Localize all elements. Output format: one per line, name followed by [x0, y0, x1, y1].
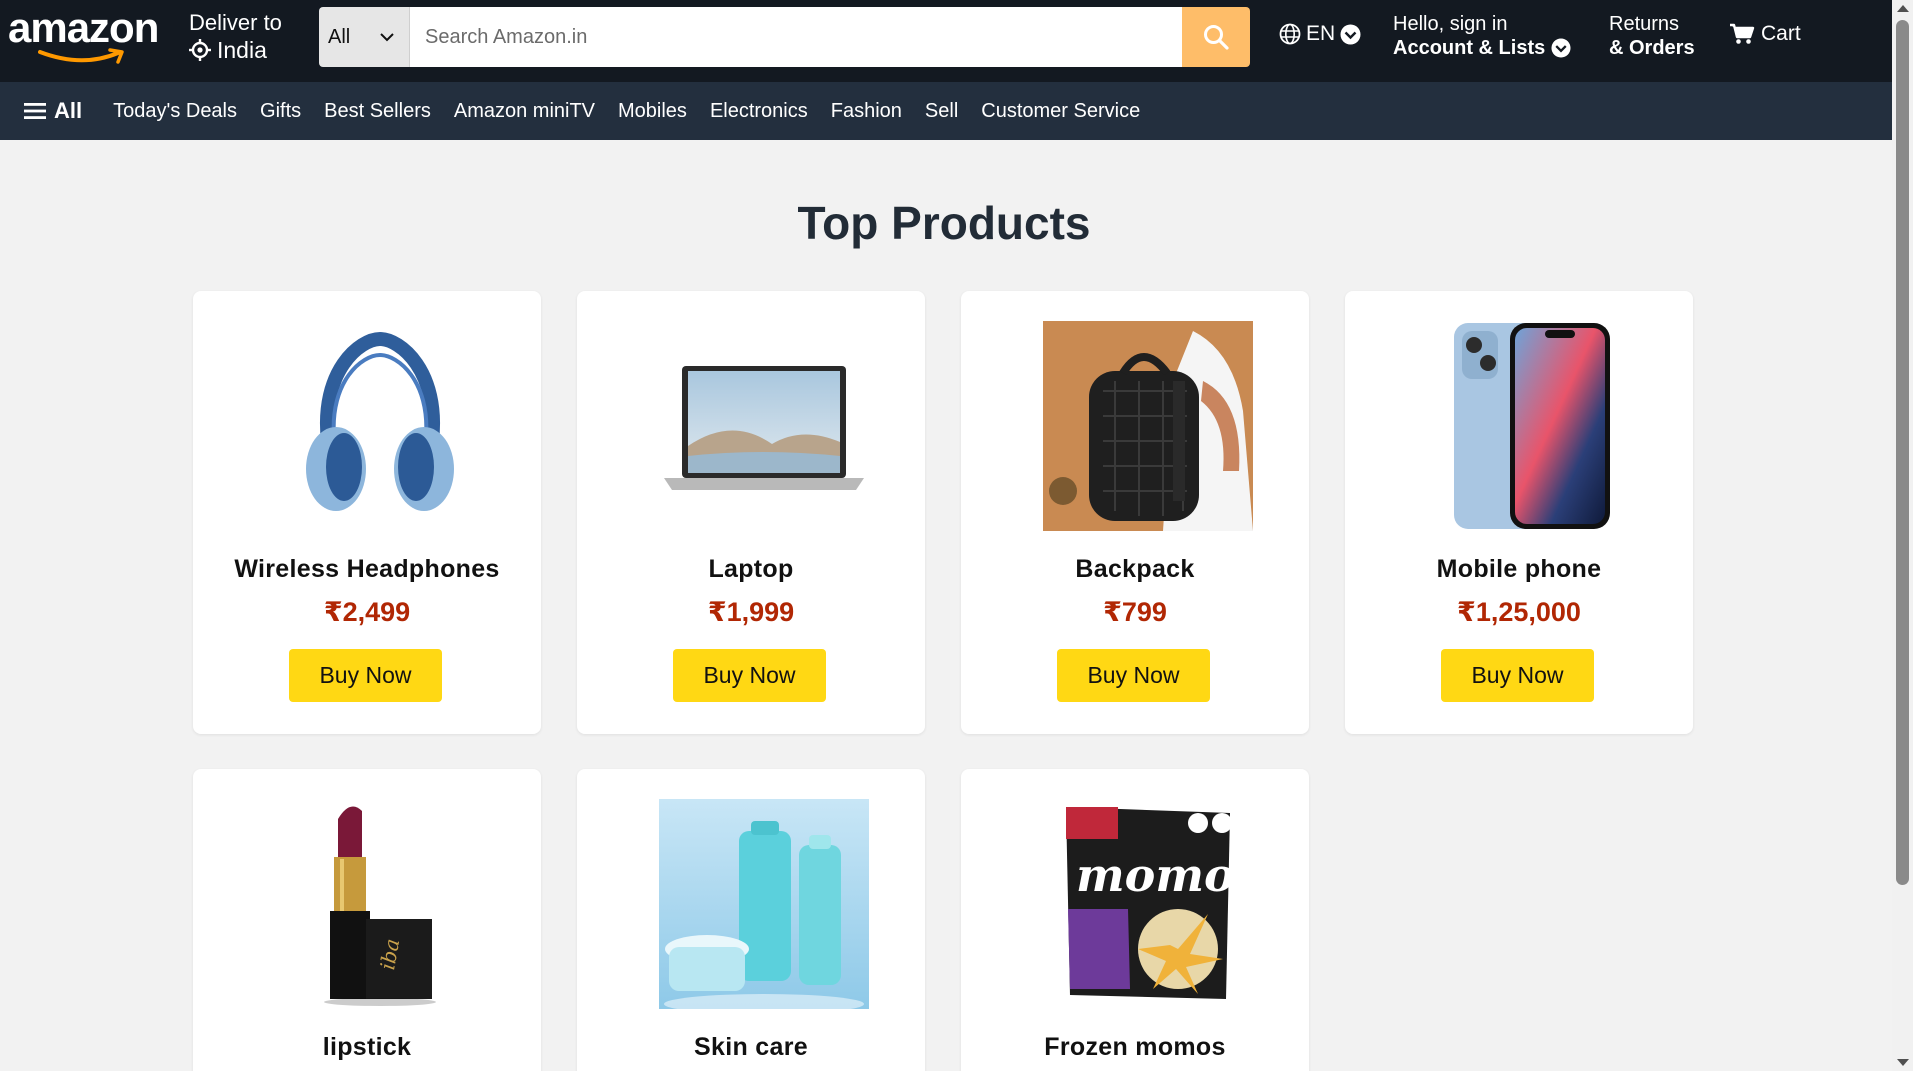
deliver-country: India: [217, 37, 267, 63]
product-name: Frozen momos: [1044, 1033, 1226, 1061]
product-name: Skin care: [694, 1033, 808, 1061]
globe-icon: [1279, 23, 1301, 45]
product-card: iba lipstick: [193, 769, 541, 1071]
svg-text:momos: momos: [1076, 848, 1238, 902]
nav-item-electronics[interactable]: Electronics: [710, 100, 808, 123]
nav-item-gifts[interactable]: Gifts: [260, 100, 301, 123]
backpack-image[interactable]: [1043, 321, 1253, 531]
product-name: Wireless Headphones: [234, 555, 500, 583]
phone-image[interactable]: [1427, 321, 1637, 531]
search-bar: All: [319, 7, 1250, 67]
hamburger-menu-icon: [24, 103, 46, 119]
chevron-down-circle-icon: [1340, 24, 1361, 44]
product-price: ₹1,999: [707, 597, 795, 627]
scroll-down-icon[interactable]: [1897, 1059, 1909, 1066]
scroll-up-icon[interactable]: [1897, 5, 1909, 12]
language-label: EN: [1306, 22, 1336, 45]
lipstick-icon: iba: [324, 806, 436, 1006]
product-name: lipstick: [322, 1033, 412, 1061]
headphones-icon: [306, 331, 454, 511]
nav-item-todays-deals[interactable]: Today's Deals: [113, 100, 237, 123]
momos-image[interactable]: momos: [1043, 799, 1253, 1009]
headphones-image[interactable]: [275, 321, 485, 531]
deliver-label: Deliver to: [189, 10, 282, 35]
account-lists-label: Account & Lists: [1393, 37, 1546, 59]
nav-item-amazon-minitv[interactable]: Amazon miniTV: [454, 100, 595, 123]
phone-icon: [1454, 323, 1610, 529]
search-category-select[interactable]: All: [319, 7, 410, 67]
account-menu[interactable]: Hello, sign in Account & Lists: [1393, 12, 1571, 60]
product-card: Skin care: [577, 769, 925, 1071]
product-name: Mobile phone: [1436, 555, 1602, 583]
language-selector[interactable]: EN: [1279, 22, 1361, 46]
product-card: Backpack ₹799 Buy Now: [961, 291, 1309, 734]
buy-now-button[interactable]: Buy Now: [673, 649, 826, 702]
momos-icon: momos: [1066, 807, 1238, 999]
cart-button[interactable]: Cart: [1729, 22, 1801, 46]
product-card: momos Frozen momos: [961, 769, 1309, 1071]
nav-all-label: All: [54, 98, 83, 123]
backpack-icon: [1043, 321, 1253, 531]
returns-label: Returns: [1609, 13, 1680, 35]
nav-item-best-sellers[interactable]: Best Sellers: [324, 100, 431, 123]
product-name: Laptop: [708, 555, 794, 583]
product-name: Backpack: [1075, 555, 1195, 583]
deliver-to[interactable]: Deliver to India: [189, 10, 309, 64]
search-icon: [1204, 25, 1229, 50]
product-card: Laptop ₹1,999 Buy Now: [577, 291, 925, 734]
skincare-image[interactable]: [659, 799, 869, 1009]
amazon-logo[interactable]: amazon: [8, 4, 160, 66]
product-card: Mobile phone ₹1,25,000 Buy Now: [1345, 291, 1693, 734]
search-button[interactable]: [1182, 7, 1250, 67]
page-title: Top Products: [797, 197, 1091, 249]
returns-orders[interactable]: Returns & Orders: [1609, 12, 1695, 60]
search-input[interactable]: [410, 7, 1182, 67]
product-price: ₹2,499: [323, 597, 411, 627]
nav-item-sell[interactable]: Sell: [925, 100, 958, 123]
laptop-icon: [664, 366, 864, 490]
product-price: ₹799: [1103, 597, 1167, 627]
nav-item-mobiles[interactable]: Mobiles: [618, 100, 687, 123]
product-price: ₹1,25,000: [1457, 597, 1581, 627]
cart-icon: [1730, 23, 1755, 44]
product-card: Wireless Headphones ₹2,499 Buy Now: [193, 291, 541, 734]
logo-smile-icon: [38, 48, 124, 64]
account-greeting: Hello, sign in: [1393, 13, 1508, 35]
top-header: amazon Deliver to India All Search Amazo…: [0, 0, 1892, 82]
chevron-down-icon: [380, 32, 394, 41]
nav-all-menu[interactable]: All: [24, 98, 82, 124]
logo-text: amazon: [8, 4, 159, 51]
search-category-label: All: [328, 25, 351, 48]
chevron-down-circle-icon: [1551, 38, 1571, 58]
location-pin-icon: [189, 39, 211, 61]
nav-bar: All Today's Deals Gifts Best Sellers Ama…: [0, 82, 1892, 140]
orders-label: & Orders: [1609, 37, 1695, 59]
lipstick-image[interactable]: iba: [275, 799, 485, 1009]
buy-now-button[interactable]: Buy Now: [289, 649, 442, 702]
buy-now-button[interactable]: Buy Now: [1441, 649, 1594, 702]
laptop-image[interactable]: [659, 321, 869, 531]
scrollbar-thumb[interactable]: [1896, 20, 1909, 885]
buy-now-button[interactable]: Buy Now: [1057, 649, 1210, 702]
cart-label: Cart: [1761, 22, 1801, 45]
nav-item-customer-service[interactable]: Customer Service: [981, 100, 1140, 123]
nav-item-fashion[interactable]: Fashion: [831, 100, 902, 123]
skincare-icon: [659, 799, 869, 1009]
page-scrollbar[interactable]: [1892, 0, 1913, 1071]
